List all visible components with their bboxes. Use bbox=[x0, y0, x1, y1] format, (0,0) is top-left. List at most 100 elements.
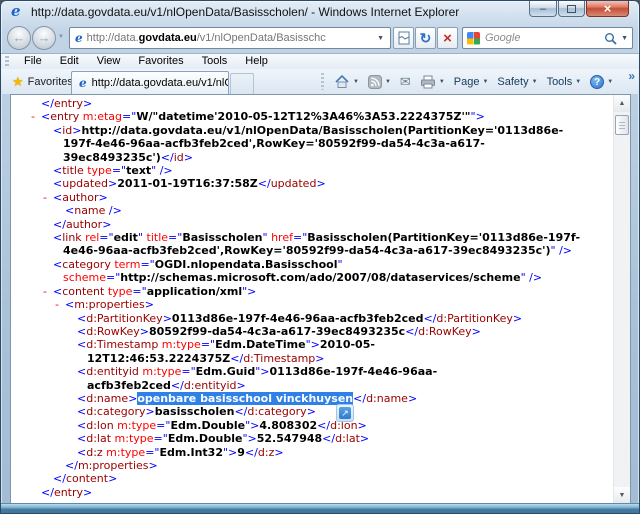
xml-token: m:type bbox=[102, 445, 146, 459]
refresh-button[interactable]: ↻ bbox=[415, 27, 436, 49]
xml-token: d:PartitionKey bbox=[436, 311, 513, 325]
accelerator-button[interactable]: ↗ bbox=[336, 404, 354, 422]
forward-button[interactable]: → bbox=[32, 26, 56, 50]
collapse-toggle[interactable]: - bbox=[43, 191, 47, 204]
home-button[interactable]: ▼ bbox=[331, 74, 362, 89]
collapse-toggle[interactable]: - bbox=[43, 285, 47, 298]
xml-token: > bbox=[83, 97, 93, 110]
search-input[interactable]: Google bbox=[485, 32, 520, 44]
xml-token: "> bbox=[305, 338, 320, 352]
menu-item-edit[interactable]: Edit bbox=[51, 54, 88, 69]
xml-token: </ bbox=[53, 472, 66, 486]
xml-token: 9 bbox=[237, 445, 245, 459]
search-options-dropdown[interactable]: ▼ bbox=[621, 35, 628, 42]
xml-token: m:properties bbox=[77, 458, 149, 472]
scroll-up-icon: ▲ bbox=[618, 100, 626, 107]
url-path: /v1/nlOpenData/Basisschc bbox=[196, 32, 326, 44]
xml-token: </ bbox=[405, 324, 419, 338]
print-button[interactable]: ▼ bbox=[417, 75, 448, 89]
menu-item-tools[interactable]: Tools bbox=[193, 54, 237, 69]
xml-token: > bbox=[183, 150, 193, 164]
xml-line: 39ec8493235c')</id> bbox=[11, 151, 613, 164]
maximize-button[interactable] bbox=[558, 1, 585, 17]
vertical-scrollbar[interactable]: ▲ ▼ bbox=[613, 95, 630, 504]
toolbar-overflow-chevron[interactable]: » bbox=[628, 69, 635, 83]
xml-line: </content> bbox=[11, 472, 613, 485]
xml-token: title bbox=[146, 231, 169, 245]
xml-token: > bbox=[274, 445, 284, 459]
print-dropdown-icon[interactable]: ▼ bbox=[439, 79, 445, 85]
xml-token: </ bbox=[244, 445, 258, 459]
xml-line: </author> bbox=[11, 218, 613, 231]
collapse-toggle[interactable]: - bbox=[31, 110, 35, 123]
xml-token: term bbox=[110, 257, 141, 271]
xml-token: < bbox=[53, 190, 63, 204]
search-box[interactable]: Google ▼ bbox=[462, 27, 633, 49]
xml-token: > bbox=[306, 405, 316, 419]
compatibility-view-button[interactable] bbox=[393, 27, 414, 49]
scroll-up-button[interactable]: ▲ bbox=[614, 95, 630, 112]
menu-item-favorites[interactable]: Favorites bbox=[129, 54, 192, 69]
xml-token: id bbox=[62, 123, 73, 137]
xml-token: title bbox=[62, 164, 84, 178]
xml-token: d:RowKey bbox=[86, 324, 140, 338]
xml-token: > bbox=[512, 311, 523, 325]
xml-token: Edm.Int32 bbox=[159, 445, 223, 459]
xml-token: > bbox=[102, 217, 112, 231]
active-tab[interactable]: e http://data.govdata.eu/v1/nlOpenData..… bbox=[71, 71, 229, 94]
xml-line: <name /> bbox=[11, 204, 613, 217]
xml-token: d:Timestamp bbox=[243, 351, 316, 365]
xml-token: W/"datetime'2010-05-12T12%3A46%3A53.2224… bbox=[136, 110, 471, 124]
xml-line: <id>http://data.govdata.eu/v1/nlOpenData… bbox=[11, 124, 613, 137]
recent-pages-dropdown[interactable]: ▼ bbox=[58, 34, 64, 40]
feeds-button[interactable]: ▼ bbox=[365, 74, 394, 89]
help-button[interactable]: ? ▼ bbox=[587, 74, 616, 89]
xml-token: < bbox=[77, 445, 87, 459]
menu-item-view[interactable]: View bbox=[88, 54, 130, 69]
close-button[interactable]: × bbox=[586, 1, 629, 17]
back-button[interactable]: ← bbox=[7, 26, 31, 50]
xml-token: " /> bbox=[151, 164, 173, 178]
window-title: http://data.govdata.eu/v1/nlOpenData/Bas… bbox=[31, 5, 460, 19]
new-tab-stub[interactable] bbox=[230, 73, 254, 94]
xml-token: d:name bbox=[366, 391, 408, 405]
safety-menu-button[interactable]: Safety ▼ bbox=[494, 76, 540, 88]
minimize-button[interactable]: – bbox=[529, 1, 557, 17]
xml-token: href bbox=[271, 231, 293, 245]
toolbar-grip[interactable] bbox=[5, 55, 9, 68]
page-menu-button[interactable]: Page ▼ bbox=[451, 76, 492, 88]
xml-token: > bbox=[236, 378, 246, 392]
xml-token: text bbox=[126, 164, 152, 178]
navigation-bar: ← → ▼ e http://data. govdata.eu/v1/nlOpen… bbox=[1, 23, 639, 53]
xml-token: d:RowKey bbox=[418, 324, 472, 338]
url-domain: govdata.eu bbox=[138, 32, 197, 44]
read-mail-button[interactable]: ✉ bbox=[397, 74, 414, 90]
xml-token: < bbox=[53, 164, 63, 178]
xml-token: id bbox=[173, 150, 184, 164]
xml-token: d:PartitionKey bbox=[86, 311, 163, 325]
xml-token: 0113d86e-197f-4e46-96aa-acfb3feb2ced bbox=[171, 311, 424, 325]
title-bar: e http://data.govdata.eu/v1/nlOpenData/B… bbox=[1, 1, 639, 23]
home-dropdown-icon[interactable]: ▼ bbox=[353, 79, 359, 85]
xml-token: < bbox=[53, 257, 63, 271]
menu-item-file[interactable]: File bbox=[15, 54, 51, 69]
favorites-button[interactable]: ★ Favorites bbox=[7, 72, 78, 92]
xml-token: "> bbox=[255, 365, 270, 379]
xml-token: d:name bbox=[86, 391, 129, 405]
feeds-dropdown-icon[interactable]: ▼ bbox=[385, 79, 391, 85]
stop-button[interactable]: × bbox=[437, 27, 458, 49]
search-magnifier-icon[interactable] bbox=[604, 32, 617, 45]
collapse-toggle[interactable]: - bbox=[55, 298, 59, 311]
scroll-down-button[interactable]: ▼ bbox=[614, 487, 630, 504]
menu-item-help[interactable]: Help bbox=[236, 54, 277, 69]
xml-line: - <content type="application/xml"> bbox=[11, 285, 613, 298]
tools-menu-button[interactable]: Tools ▼ bbox=[544, 76, 585, 88]
xml-token: edit bbox=[113, 231, 138, 245]
xml-token: < bbox=[53, 284, 63, 298]
address-bar[interactable]: e http://data. govdata.eu/v1/nlOpenData/B… bbox=[69, 27, 391, 49]
xml-token: =" bbox=[181, 365, 196, 379]
minimize-icon: – bbox=[539, 2, 547, 15]
address-dropdown-icon[interactable]: ▼ bbox=[374, 35, 387, 42]
scrollbar-thumb[interactable] bbox=[615, 115, 629, 135]
xml-token: < bbox=[77, 405, 87, 419]
